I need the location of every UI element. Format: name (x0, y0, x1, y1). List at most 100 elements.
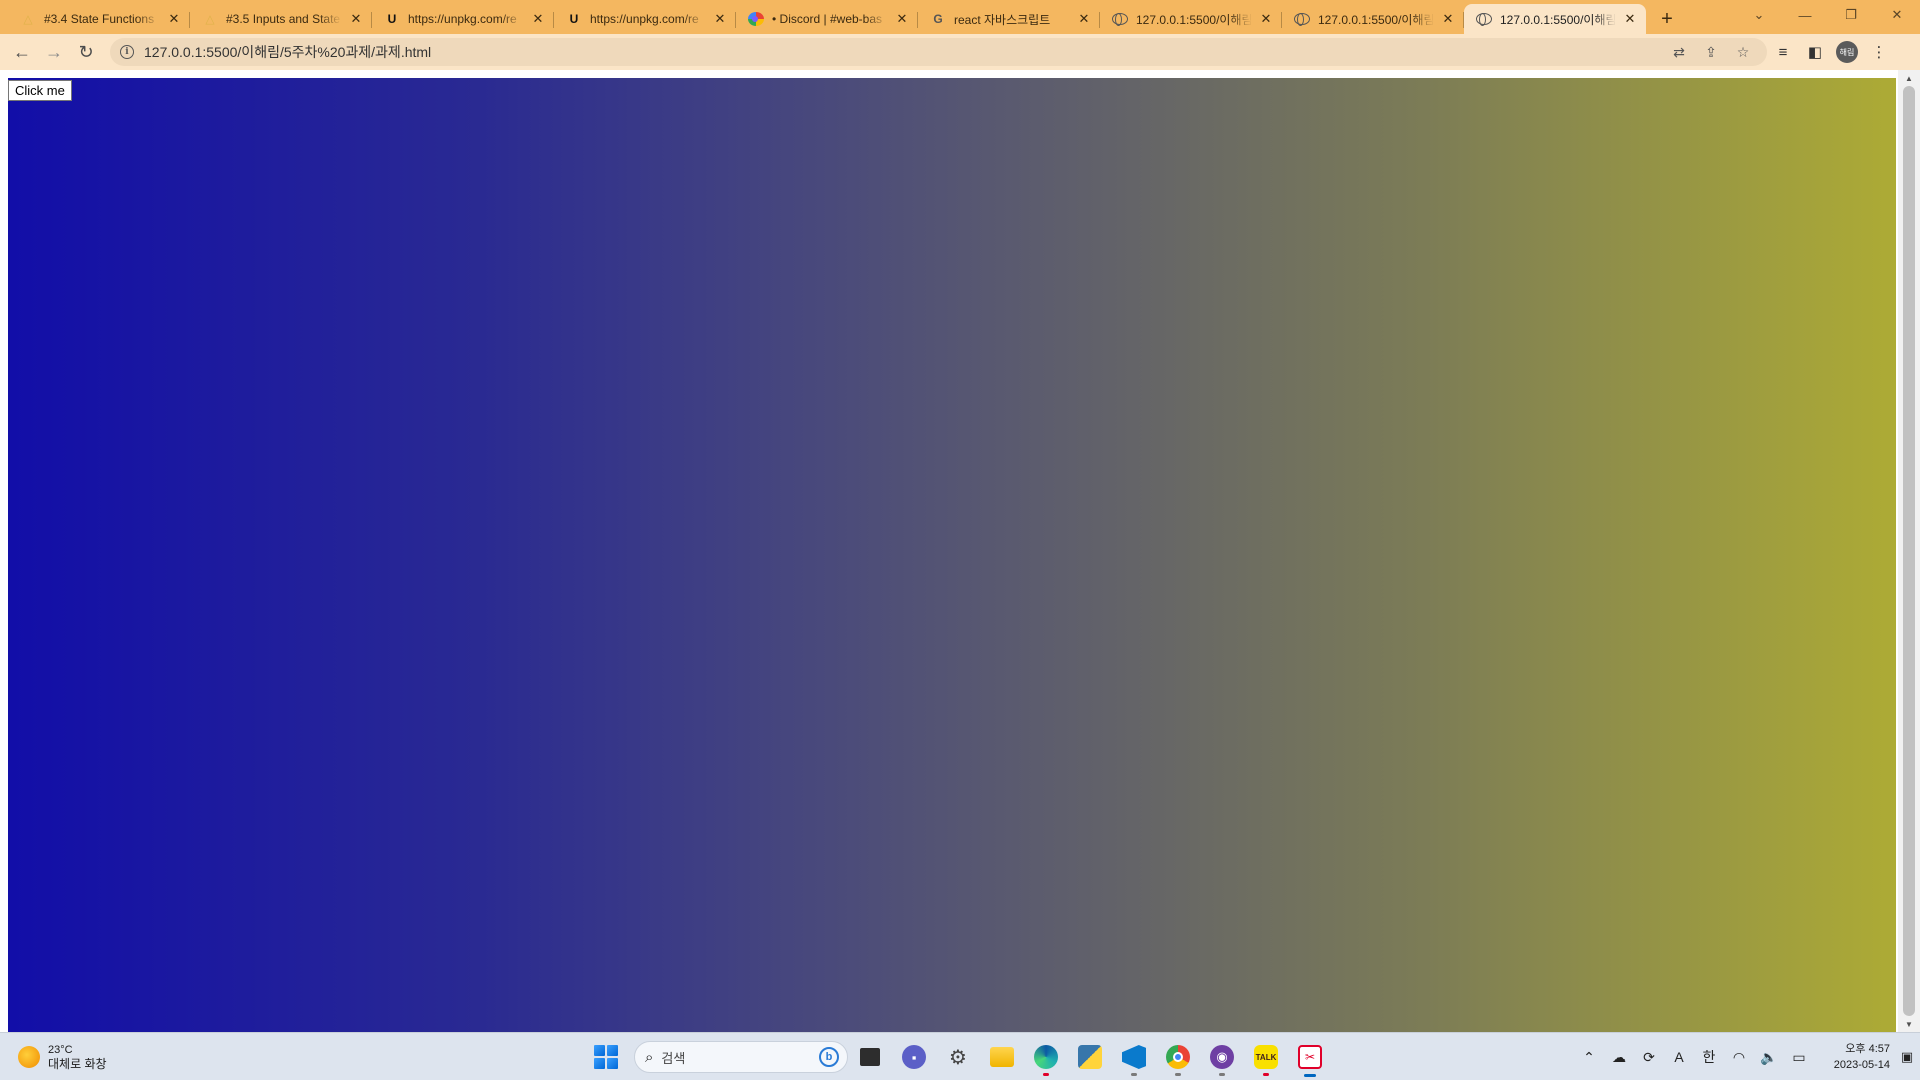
chat-button[interactable]: ▪ (892, 1037, 936, 1077)
back-icon[interactable]: ← (6, 36, 38, 68)
browser-tab-active[interactable]: 127.0.0.1:5500/이해림 ✕ (1464, 4, 1646, 34)
restore-icon[interactable]: ❐ (1828, 0, 1874, 30)
vertical-scrollbar[interactable]: ▲ ▼ (1898, 70, 1920, 1032)
wifi-icon[interactable]: ◠ (1724, 1037, 1754, 1077)
scroll-up-icon[interactable]: ▲ (1898, 70, 1920, 86)
menu-kebab-icon[interactable]: ⋮ (1863, 36, 1895, 68)
close-icon[interactable]: ✕ (712, 11, 728, 27)
task-view-button[interactable] (848, 1037, 892, 1077)
python-icon (1078, 1045, 1102, 1069)
tab-title: https://unpkg.com/re (590, 12, 699, 26)
reading-list-icon[interactable]: ≡ (1767, 36, 1799, 68)
tab-title: #3.4 State Functions (44, 12, 155, 26)
taskbar-clock[interactable]: 오후 4:57 2023-05-14 (1814, 1041, 1890, 1073)
scroll-thumb[interactable] (1903, 86, 1915, 1016)
unpkg-icon: U (387, 12, 397, 26)
github-desktop-button[interactable]: ◉ (1200, 1037, 1244, 1077)
weather-desc: 대체로 화창 (48, 1057, 107, 1071)
close-icon[interactable]: ✕ (1440, 11, 1456, 27)
chevron-up-icon[interactable]: ⌃ (1574, 1037, 1604, 1077)
edge-button[interactable] (1024, 1037, 1068, 1077)
snipping-tool-button[interactable]: ✂ (1288, 1037, 1332, 1077)
site-info-icon[interactable]: i (120, 45, 134, 59)
browser-tab[interactable]: △ #3.4 State Functions ✕ (8, 4, 190, 34)
tab-title: 127.0.0.1:5500/이해림 (1500, 12, 1616, 27)
weather-temp: 23°C (48, 1044, 73, 1056)
close-icon[interactable]: ✕ (894, 11, 910, 27)
forward-icon[interactable]: → (38, 36, 70, 68)
google-icon: G (933, 12, 943, 26)
scroll-down-icon[interactable]: ▼ (1898, 1016, 1920, 1032)
new-tab-button[interactable]: + (1650, 4, 1684, 34)
tab-search-icon[interactable]: ⌄ (1736, 0, 1782, 30)
file-explorer-button[interactable] (980, 1037, 1024, 1077)
search-placeholder: 검색 (661, 1050, 686, 1066)
browser-tab[interactable]: △ #3.5 Inputs and State ✕ (190, 4, 372, 34)
weather-sun-icon (18, 1046, 40, 1068)
tab-title: • Discord | #web-bas (772, 12, 883, 26)
profile-button[interactable]: 해림 (1831, 36, 1863, 68)
vscode-icon (1122, 1045, 1146, 1069)
teams-chat-icon: ▪ (902, 1045, 926, 1069)
click-me-button[interactable]: Click me (8, 80, 72, 101)
close-icon[interactable]: ✕ (1622, 11, 1638, 27)
address-url[interactable]: 127.0.0.1:5500/이해림/5주차%20과제/과제.html (144, 42, 1663, 62)
tab-title: #3.5 Inputs and State (226, 12, 341, 26)
browser-tab[interactable]: 127.0.0.1:5500/이해림 ✕ (1100, 4, 1282, 34)
globe-icon (1476, 13, 1492, 26)
window-controls: ⌄ — ❐ ✕ (1736, 0, 1920, 30)
settings-button[interactable]: ⚙ (936, 1037, 980, 1077)
kakaotalk-button[interactable]: TALK (1244, 1037, 1288, 1077)
search-icon: ⌕ (645, 1048, 654, 1066)
browser-tab[interactable]: 127.0.0.1:5500/이해림 ✕ (1282, 4, 1464, 34)
close-icon[interactable]: ✕ (530, 11, 546, 27)
tab-title: https://unpkg.com/re (408, 12, 517, 26)
close-icon[interactable]: ✕ (348, 11, 364, 27)
close-icon[interactable]: ✕ (166, 11, 182, 27)
clock-date: 2023-05-14 (1833, 1059, 1890, 1071)
bookmark-star-icon[interactable]: ☆ (1727, 38, 1759, 66)
minimize-icon[interactable]: — (1782, 0, 1828, 30)
taskbar-search[interactable]: ⌕ 검색 b (634, 1041, 848, 1073)
page-viewport: Click me ▲ ▼ (0, 70, 1920, 1032)
browser-toolbar: ← → ↻ i 127.0.0.1:5500/이해림/5주차%20과제/과제.h… (0, 34, 1920, 70)
gradient-background (8, 78, 1896, 1032)
weather-widget[interactable]: 23°C 대체로 화창 (18, 1041, 107, 1073)
kakaotalk-icon: TALK (1254, 1045, 1278, 1069)
sync-icon[interactable]: ⟳ (1634, 1037, 1664, 1077)
close-window-icon[interactable]: ✕ (1874, 0, 1920, 30)
browser-tab[interactable]: G react 자바스크립트 ✕ (918, 4, 1100, 34)
speaker-mute-icon[interactable]: 🔈 (1754, 1037, 1784, 1077)
reload-icon[interactable]: ↻ (70, 36, 102, 68)
notification-icon[interactable]: ▣ (1894, 1037, 1920, 1077)
bing-icon[interactable]: b (819, 1047, 839, 1067)
edge-icon (1034, 1045, 1058, 1069)
browser-tab[interactable]: • Discord | #web-bas ✕ (736, 4, 918, 34)
close-icon[interactable]: ✕ (1258, 11, 1274, 27)
folder-icon (990, 1047, 1014, 1067)
taskbar-apps: ⌕ 검색 b ▪ ⚙ ◉ TALK ✂ (588, 1037, 1332, 1077)
share-icon[interactable]: ⇪ (1695, 38, 1727, 66)
vscode-button[interactable] (1112, 1037, 1156, 1077)
onedrive-cloud-icon[interactable]: ☁ (1604, 1037, 1634, 1077)
gear-icon: ⚙ (949, 1046, 967, 1069)
address-bar[interactable]: i 127.0.0.1:5500/이해림/5주차%20과제/과제.html ⇄ … (110, 38, 1767, 66)
clock-time: 오후 4:57 (1845, 1043, 1890, 1055)
browser-tab[interactable]: U https://unpkg.com/re ✕ (372, 4, 554, 34)
windows-start-icon[interactable] (588, 1039, 624, 1075)
python-button[interactable] (1068, 1037, 1112, 1077)
tab-strip: △ #3.4 State Functions ✕ △ #3.5 Inputs a… (0, 0, 1920, 34)
close-icon[interactable]: ✕ (1076, 11, 1092, 27)
globe-icon (1112, 13, 1128, 26)
globe-icon (1294, 13, 1310, 26)
battery-icon[interactable]: ▭ (1784, 1037, 1814, 1077)
windows-taskbar: 23°C 대체로 화창 ⌕ 검색 b ▪ ⚙ ◉ TALK ✂ ⌃ ☁ ⟳ A … (0, 1032, 1920, 1080)
ime-han-icon[interactable]: 한 (1694, 1037, 1724, 1077)
task-view-icon (860, 1048, 880, 1066)
ime-mode-a-icon[interactable]: A (1664, 1037, 1694, 1077)
side-panel-icon[interactable]: ◧ (1799, 36, 1831, 68)
translate-icon[interactable]: ⇄ (1663, 38, 1695, 66)
chrome-button[interactable] (1156, 1037, 1200, 1077)
avatar: 해림 (1836, 41, 1858, 63)
browser-tab[interactable]: U https://unpkg.com/re ✕ (554, 4, 736, 34)
